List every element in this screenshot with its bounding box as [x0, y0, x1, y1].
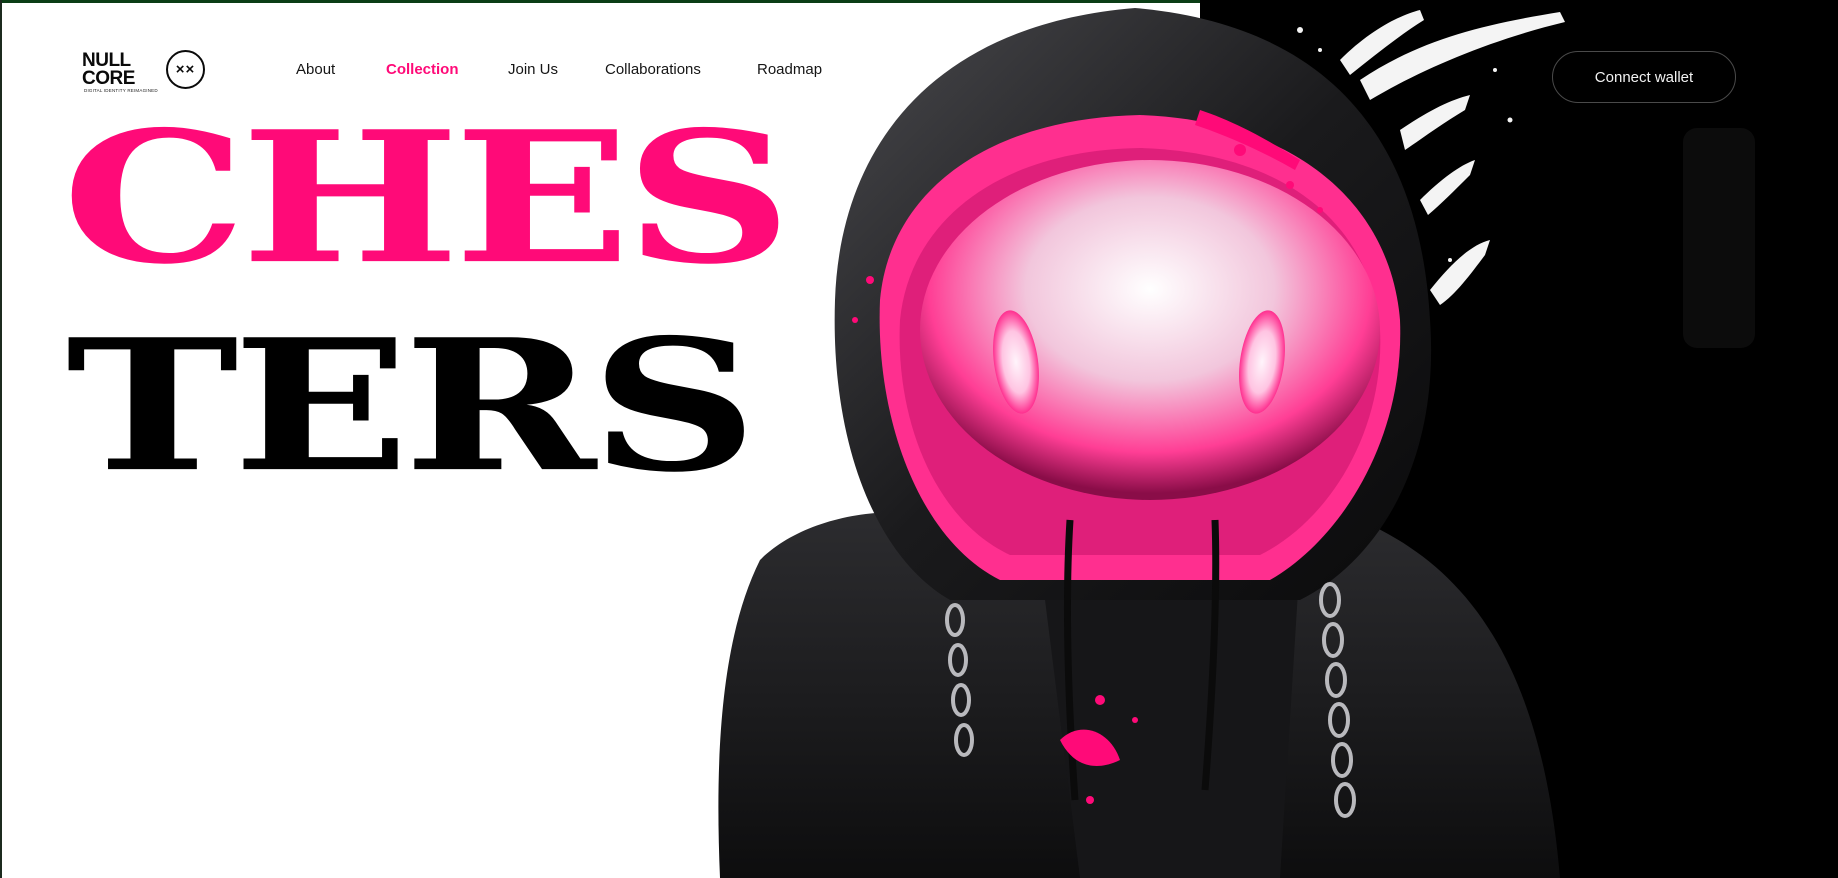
nav-item-collection[interactable]: Collection	[386, 61, 459, 78]
connect-wallet-button[interactable]: Connect wallet	[1552, 51, 1736, 103]
brand-logo[interactable]: NULL CORE DIGITAL IDENTITY REIMAGINED ××	[82, 48, 212, 96]
hooded-character-illustration	[718, 8, 1565, 878]
logo-tagline: DIGITAL IDENTITY REIMAGINED	[84, 88, 158, 93]
character-face	[920, 160, 1380, 500]
nav-item-collaborations[interactable]: Collaborations	[605, 61, 701, 78]
nav-item-roadmap[interactable]: Roadmap	[757, 61, 822, 78]
logo-mark-icon: ××	[166, 50, 205, 89]
logo-wordmark: NULL CORE	[82, 50, 135, 89]
nav-item-about[interactable]: About	[296, 61, 335, 78]
nav-item-join-us[interactable]: Join Us	[508, 61, 558, 78]
